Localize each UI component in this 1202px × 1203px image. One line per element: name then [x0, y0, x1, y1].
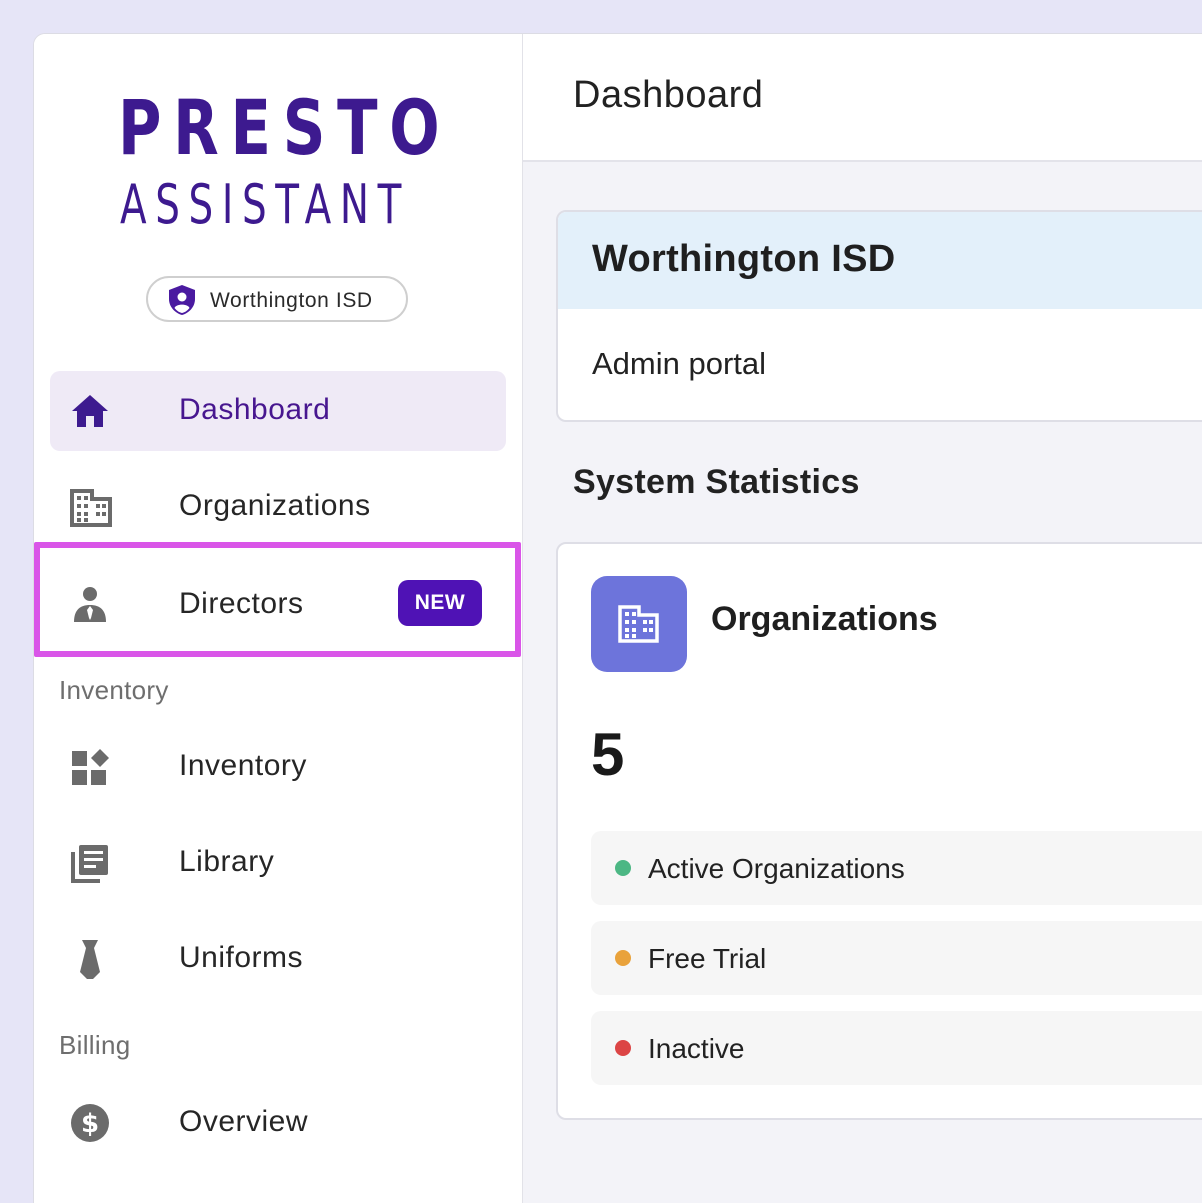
status-row-active: Active Organizations	[591, 831, 1202, 905]
status-dot-orange	[615, 950, 631, 966]
organization-switcher[interactable]: Worthington ISD	[146, 276, 408, 322]
sidebar-item-overview[interactable]: $ Overview	[50, 1083, 506, 1163]
stat-icon-box	[591, 576, 687, 672]
sidebar-item-label: Overview	[179, 1105, 309, 1138]
status-dot-red	[615, 1040, 631, 1056]
organization-name: Worthington ISD	[210, 289, 373, 312]
home-icon	[68, 391, 112, 431]
sidebar-item-inventory[interactable]: Inventory	[50, 727, 506, 807]
organization-card-subtitle: Admin portal	[592, 346, 767, 381]
dollar-icon: $	[68, 1103, 112, 1143]
top-bar: Dashboard	[523, 34, 1202, 162]
stat-card-value: 5	[591, 721, 625, 788]
sidebar-item-label: Library	[179, 845, 275, 878]
section-label-billing: Billing	[59, 1030, 131, 1060]
system-statistics-heading: System Statistics	[573, 463, 860, 501]
building-icon	[68, 487, 112, 527]
status-label: Inactive	[648, 1033, 745, 1064]
organization-card-title: Worthington ISD	[592, 238, 896, 280]
organization-card: Worthington ISD Admin portal	[556, 210, 1202, 422]
sidebar-item-label: Inventory	[179, 749, 307, 782]
organizations-stat-card: Organizations 5 Active Organizations Fre…	[556, 542, 1202, 1120]
sidebar-item-label: Organizations	[179, 489, 371, 522]
status-dot-green	[615, 860, 631, 876]
section-label-inventory: Inventory	[59, 675, 169, 705]
svg-text:$: $	[81, 1109, 99, 1139]
tie-icon	[68, 939, 112, 982]
status-row-free-trial: Free Trial	[591, 921, 1202, 995]
highlight-box	[34, 542, 521, 657]
main-content: Dashboard Worthington ISD Admin portal S…	[523, 34, 1202, 1203]
organization-card-header: Worthington ISD	[558, 212, 1202, 309]
app-window: PRESTO ASSISTANT Worthington ISD Dashboa…	[33, 33, 1202, 1203]
sidebar-item-label: Uniforms	[179, 941, 304, 974]
brand-logo-line1: PRESTO	[118, 83, 452, 172]
status-label: Active Organizations	[648, 853, 905, 884]
shield-user-icon	[167, 284, 197, 316]
sidebar-item-dashboard[interactable]: Dashboard	[50, 371, 506, 451]
sidebar-item-label: Dashboard	[179, 393, 331, 426]
status-label: Free Trial	[648, 943, 767, 974]
stat-card-title: Organizations	[711, 600, 938, 638]
status-row-inactive: Inactive	[591, 1011, 1202, 1085]
building-icon	[618, 605, 659, 643]
sidebar-item-organizations[interactable]: Organizations	[50, 467, 506, 547]
sidebar: PRESTO ASSISTANT Worthington ISD Dashboa…	[34, 34, 523, 1203]
page-title: Dashboard	[573, 74, 764, 116]
library-icon	[68, 843, 112, 883]
sidebar-item-library[interactable]: Library	[50, 823, 506, 903]
sidebar-item-uniforms[interactable]: Uniforms	[50, 919, 506, 999]
brand-logo-line2: ASSISTANT	[120, 173, 411, 236]
widgets-icon	[68, 747, 112, 787]
